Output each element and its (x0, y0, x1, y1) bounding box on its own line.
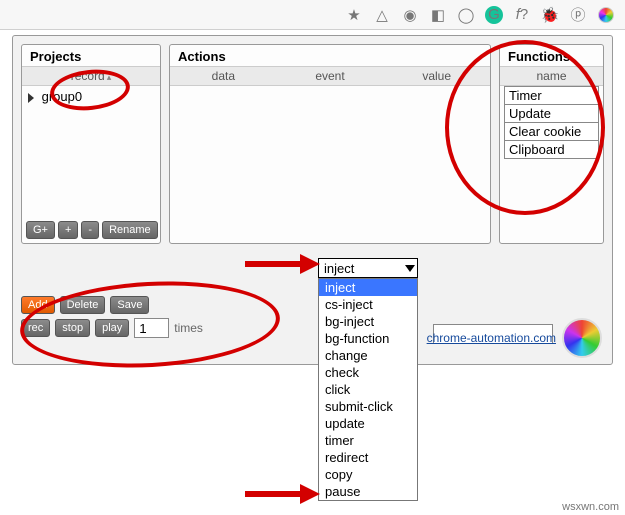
tag-icon[interactable]: ◧ (429, 6, 447, 24)
event-option[interactable]: change (319, 347, 417, 364)
actions-column-data[interactable]: data (170, 67, 277, 85)
event-option[interactable]: check (319, 364, 417, 381)
automation-link[interactable]: chrome-automation.com (427, 331, 556, 345)
event-option[interactable]: bg-inject (319, 313, 417, 330)
extension-icon[interactable] (597, 6, 615, 24)
function-item[interactable]: Clipboard (504, 140, 599, 159)
projects-tree: group0 (22, 86, 160, 243)
expand-caret-icon[interactable] (28, 93, 34, 103)
functions-list: Timer Update Clear cookie Clipboard (500, 86, 603, 243)
logo-icon (562, 318, 602, 358)
footer-right: chrome-automation.com (427, 318, 602, 358)
browser-toolbar: ★ △ ◉ ◧ ◯ G f? 🐞 ⓟ (0, 0, 625, 30)
event-dropdown: inject cs-inject bg-inject bg-function c… (318, 278, 418, 501)
stop-button[interactable]: stop (55, 319, 90, 337)
event-option[interactable]: timer (319, 432, 417, 449)
play-button[interactable]: play (95, 319, 129, 337)
functions-column-name[interactable]: name (500, 67, 603, 85)
event-option[interactable]: update (319, 415, 417, 432)
event-option[interactable]: inject (319, 279, 417, 296)
add-action-button[interactable]: Add (21, 296, 55, 314)
times-label: times (174, 321, 203, 335)
event-option[interactable]: redirect (319, 449, 417, 466)
delete-action-button[interactable]: Delete (60, 296, 106, 314)
control-row-1: Add Delete Save (21, 296, 604, 314)
actions-header-row: data event value (170, 66, 490, 86)
shield-icon[interactable]: ◯ (457, 6, 475, 24)
annotation-arrow (245, 484, 320, 507)
actions-column-value[interactable]: value (383, 67, 490, 85)
event-select[interactable]: inject (318, 258, 418, 278)
event-option[interactable]: submit-click (319, 398, 417, 415)
save-button[interactable]: Save (110, 296, 149, 314)
projects-title: Projects (22, 45, 160, 66)
remove-project-button[interactable]: - (81, 221, 99, 239)
bug-icon[interactable]: 🐞 (541, 6, 559, 24)
chevron-down-icon (405, 265, 415, 272)
functions-title: Functions (500, 45, 603, 66)
rename-project-button[interactable]: Rename (102, 221, 158, 239)
event-option[interactable]: bg-function (319, 330, 417, 347)
event-option[interactable]: copy (319, 466, 417, 483)
functions-header-row: name (500, 66, 603, 86)
font-icon[interactable]: f? (513, 6, 531, 24)
projects-column-record[interactable]: record (22, 67, 160, 85)
function-item[interactable]: Update (504, 104, 599, 123)
project-item-label: group0 (42, 89, 82, 104)
actions-panel: Actions data event value (169, 44, 491, 244)
event-select-area: inject inject cs-inject bg-inject bg-fun… (318, 258, 418, 278)
function-item[interactable]: Clear cookie (504, 122, 599, 141)
project-item[interactable]: group0 (22, 86, 160, 107)
watermark: wsxwn.com (562, 501, 619, 513)
projects-panel: Projects record group0 G+ + - Rename (21, 44, 161, 244)
projects-header-row: record (22, 66, 160, 86)
repeat-count-input[interactable] (134, 318, 169, 338)
cloud-icon[interactable]: △ (373, 6, 391, 24)
event-select-value: inject (324, 261, 354, 276)
event-option[interactable]: pause (319, 483, 417, 500)
extension-popup: Projects record group0 G+ + - Rename Act… (12, 35, 613, 365)
grammarly-icon[interactable]: G (485, 6, 503, 24)
pinterest-icon[interactable]: ⓟ (569, 6, 587, 24)
actions-column-event[interactable]: event (277, 67, 384, 85)
star-icon[interactable]: ★ (345, 6, 363, 24)
function-item[interactable]: Timer (504, 86, 599, 105)
event-option[interactable]: click (319, 381, 417, 398)
actions-body (170, 86, 490, 243)
projects-buttons: G+ + - Rename (26, 221, 158, 239)
record-button[interactable]: rec (21, 319, 50, 337)
gplus-button[interactable]: G+ (26, 221, 55, 239)
actions-title: Actions (170, 45, 490, 66)
add-project-button[interactable]: + (58, 221, 78, 239)
camera-icon[interactable]: ◉ (401, 6, 419, 24)
event-option[interactable]: cs-inject (319, 296, 417, 313)
functions-panel: Functions name Timer Update Clear cookie… (499, 44, 604, 244)
